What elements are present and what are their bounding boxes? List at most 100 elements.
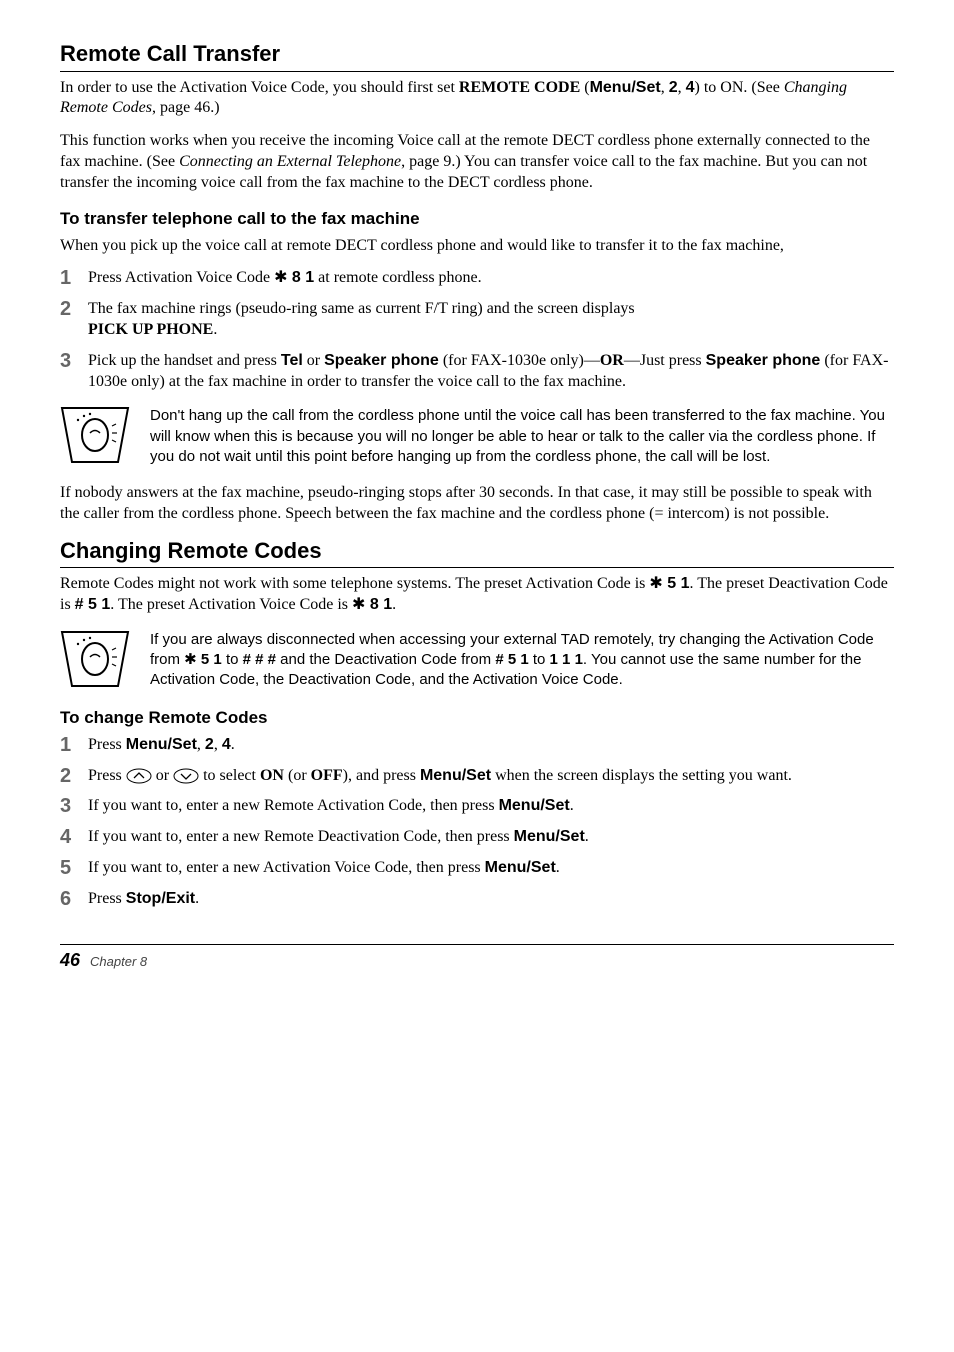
text-bold: 1 1 1	[550, 651, 583, 668]
text-bold: 4	[686, 79, 695, 96]
page-number: 46	[60, 949, 80, 972]
text-bold: # 5 1	[75, 596, 111, 613]
text: at remote cordless phone.	[314, 269, 482, 286]
text: If you want to, enter a new Activation V…	[88, 859, 485, 876]
text: Press Activation Voice Code	[88, 269, 274, 286]
text: ), and press	[343, 767, 420, 784]
star-icon: ✱	[184, 651, 197, 668]
step-item: Press Activation Voice Code ✱ 8 1 at rem…	[60, 268, 894, 289]
hint-icon	[60, 406, 130, 464]
text: ) to ON. (See	[695, 79, 784, 96]
page-footer: 46 Chapter 8	[60, 944, 894, 972]
paragraph: In order to use the Activation Voice Cod…	[60, 78, 894, 120]
step-item: If you want to, enter a new Remote Deact…	[60, 827, 894, 848]
text: .	[195, 890, 199, 907]
text-bold: 2	[669, 79, 678, 96]
text-bold: # 5 1	[495, 651, 528, 668]
text: The fax machine rings (pseudo-ring same …	[88, 300, 635, 317]
note-text: If you are always disconnected when acce…	[150, 630, 894, 691]
text: when the screen displays the setting you…	[491, 767, 792, 784]
steps-list: Press Menu/Set, 2, 4. Press or to select…	[60, 735, 894, 910]
chapter-label: Chapter 8	[90, 954, 147, 971]
text-bold: Tel	[281, 352, 303, 369]
text-bold: OFF	[311, 767, 343, 784]
note-block: Don't hang up the call from the cordless…	[60, 406, 894, 467]
text: , page 46.)	[152, 99, 220, 116]
text-bold: Menu/Set	[499, 797, 570, 814]
step-item: Pick up the handset and press Tel or Spe…	[60, 351, 894, 393]
step-item: Press or to select ON (or OFF), and pres…	[60, 766, 894, 787]
text-bold: # # #	[243, 651, 276, 668]
text: or	[152, 767, 173, 784]
text: Remote Codes might not work with some te…	[60, 575, 649, 592]
heading-remote-call-transfer: Remote Call Transfer	[60, 40, 894, 69]
star-icon: ✱	[274, 269, 287, 286]
text: In order to use the Activation Voice Cod…	[60, 79, 459, 96]
text-bold: Menu/Set	[514, 828, 585, 845]
text: to select	[199, 767, 260, 784]
note-text: Don't hang up the call from the cordless…	[150, 406, 894, 467]
star-icon: ✱	[649, 575, 662, 592]
text: Pick up the handset and press	[88, 352, 281, 369]
text: .	[570, 797, 574, 814]
subheading-transfer-call: To transfer telephone call to the fax ma…	[60, 208, 894, 230]
text: to	[222, 651, 243, 668]
star-icon: ✱	[352, 596, 365, 613]
subheading-change-remote-codes: To change Remote Codes	[60, 707, 894, 729]
text-bold: Menu/Set	[485, 859, 556, 876]
text: ,	[661, 79, 669, 96]
step-item: If you want to, enter a new Remote Activ…	[60, 796, 894, 817]
text-bold: Menu/Set	[420, 767, 491, 784]
text: ,	[214, 736, 222, 753]
text: If you want to, enter a new Remote Activ…	[88, 797, 499, 814]
text: .	[213, 321, 217, 338]
text: Press	[88, 890, 126, 907]
text-italic: Connecting an External Telephone	[179, 153, 401, 170]
note-block: If you are always disconnected when acce…	[60, 630, 894, 691]
text: ,	[678, 79, 686, 96]
text-bold: Stop/Exit	[126, 890, 195, 907]
heading-changing-remote-codes: Changing Remote Codes	[60, 537, 894, 566]
text: .	[556, 859, 560, 876]
text: or	[303, 352, 324, 369]
paragraph: If nobody answers at the fax machine, ps…	[60, 483, 894, 525]
text-bold: Menu/Set	[590, 79, 661, 96]
step-item: Press Stop/Exit.	[60, 889, 894, 910]
text-bold: 8 1	[287, 269, 314, 286]
text-bold: PICK UP PHONE	[88, 321, 213, 338]
step-item: The fax machine rings (pseudo-ring same …	[60, 299, 894, 341]
text: Press	[88, 736, 126, 753]
step-item: If you want to, enter a new Activation V…	[60, 858, 894, 879]
hint-icon	[60, 630, 130, 688]
down-arrow-icon	[173, 768, 199, 784]
paragraph: This function works when you receive the…	[60, 131, 894, 193]
text-bold: Menu/Set	[126, 736, 197, 753]
text: —Just press	[624, 352, 706, 369]
text: to	[529, 651, 550, 668]
text: .	[392, 596, 396, 613]
steps-list: Press Activation Voice Code ✱ 8 1 at rem…	[60, 268, 894, 392]
paragraph: When you pick up the voice call at remot…	[60, 236, 894, 257]
text: Press	[88, 767, 126, 784]
up-arrow-icon	[126, 768, 152, 784]
text-bold: 8 1	[365, 596, 392, 613]
text-bold: Speaker phone	[706, 352, 821, 369]
text-bold: 5 1	[663, 575, 690, 592]
text: . The preset Activation Voice Code is	[110, 596, 352, 613]
text: If you want to, enter a new Remote Deact…	[88, 828, 514, 845]
text-bold: OR	[600, 352, 624, 369]
step-item: Press Menu/Set, 2, 4.	[60, 735, 894, 756]
text-bold: REMOTE CODE	[459, 79, 580, 96]
text: (	[580, 79, 589, 96]
divider	[60, 567, 894, 568]
paragraph: Remote Codes might not work with some te…	[60, 574, 894, 616]
text: ,	[197, 736, 205, 753]
text: (for FAX-1030e only)—	[439, 352, 600, 369]
text: and the Deactivation Code from	[276, 651, 495, 668]
text-bold: 2	[205, 736, 214, 753]
text-bold: 5 1	[197, 651, 222, 668]
text-bold: 4	[222, 736, 231, 753]
text: (or	[284, 767, 311, 784]
divider	[60, 71, 894, 72]
text: .	[585, 828, 589, 845]
